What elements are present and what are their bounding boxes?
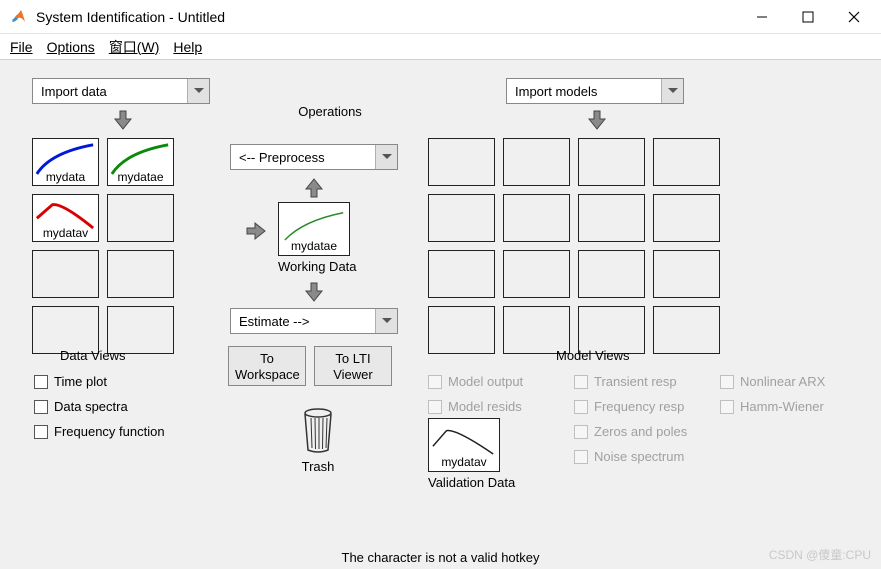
model-slot-empty[interactable] bbox=[653, 138, 720, 186]
model-slot-empty[interactable] bbox=[428, 250, 495, 298]
data-slot[interactable]: mydatav bbox=[32, 194, 99, 242]
data-spectra-checkbox[interactable]: Data spectra bbox=[34, 399, 165, 414]
menu-help[interactable]: Help bbox=[173, 39, 202, 55]
model-slot-empty[interactable] bbox=[578, 194, 645, 242]
model-slot-empty[interactable] bbox=[653, 194, 720, 242]
data-slot-empty[interactable] bbox=[107, 306, 174, 354]
model-slot-empty[interactable] bbox=[578, 250, 645, 298]
model-slot-empty[interactable] bbox=[653, 306, 720, 354]
data-slot-label: mydata bbox=[33, 170, 98, 184]
data-views-label: Data Views bbox=[60, 348, 126, 363]
operations-label: Operations bbox=[270, 104, 390, 119]
model-slot-empty[interactable] bbox=[503, 250, 570, 298]
preprocess-dropdown[interactable]: <-- Preprocess bbox=[230, 144, 398, 170]
working-data-slot[interactable]: mydatae bbox=[278, 202, 350, 256]
model-views-label: Model Views bbox=[556, 348, 629, 363]
import-data-label: Import data bbox=[41, 84, 107, 99]
export-buttons: To Workspace To LTI Viewer bbox=[228, 346, 392, 386]
model-slot-empty[interactable] bbox=[428, 306, 495, 354]
menu-file[interactable]: File bbox=[10, 39, 33, 55]
menu-options[interactable]: Options bbox=[47, 39, 95, 55]
validation-data-slot[interactable]: mydatav bbox=[428, 418, 500, 472]
status-message: The character is not a valid hotkey bbox=[0, 550, 881, 565]
model-slot-empty[interactable] bbox=[428, 194, 495, 242]
time-plot-checkbox[interactable]: Time plot bbox=[34, 374, 165, 389]
estimate-dropdown[interactable]: Estimate --> bbox=[230, 308, 398, 334]
freq-function-checkbox[interactable]: Frequency function bbox=[34, 424, 165, 439]
frequency-resp-checkbox[interactable]: Frequency resp bbox=[574, 399, 687, 414]
chevron-down-icon bbox=[661, 79, 683, 103]
close-button[interactable] bbox=[831, 2, 877, 32]
transient-resp-checkbox[interactable]: Transient resp bbox=[574, 374, 687, 389]
hamm-wiener-checkbox[interactable]: Hamm-Wiener bbox=[720, 399, 825, 414]
chevron-down-icon bbox=[375, 145, 397, 169]
arrow-down-icon bbox=[111, 108, 135, 135]
chevron-down-icon bbox=[375, 309, 397, 333]
minimize-button[interactable] bbox=[739, 2, 785, 32]
trash-label: Trash bbox=[288, 459, 348, 474]
data-slot-empty[interactable] bbox=[107, 194, 174, 242]
window-title: System Identification - Untitled bbox=[36, 9, 739, 25]
model-resids-checkbox[interactable]: Model resids bbox=[428, 399, 523, 414]
model-slot-empty[interactable] bbox=[503, 306, 570, 354]
working-data-label: mydatae bbox=[279, 239, 349, 253]
watermark-text: CSDN @傻童:CPU bbox=[769, 546, 871, 563]
data-slot-label: mydatav bbox=[33, 226, 98, 240]
validation-data-container: mydatav Validation Data bbox=[428, 418, 515, 490]
arrow-right-icon bbox=[244, 219, 268, 246]
model-output-checkbox[interactable]: Model output bbox=[428, 374, 523, 389]
data-slot[interactable]: mydata bbox=[32, 138, 99, 186]
model-slot-empty[interactable] bbox=[578, 306, 645, 354]
menubar: File Options 窗口(W) Help bbox=[0, 34, 881, 60]
data-slot-empty[interactable] bbox=[107, 250, 174, 298]
data-slot[interactable]: mydatae bbox=[107, 138, 174, 186]
model-slot-empty[interactable] bbox=[503, 194, 570, 242]
nonlinear-arx-checkbox[interactable]: Nonlinear ARX bbox=[720, 374, 825, 389]
model-slot-empty[interactable] bbox=[578, 138, 645, 186]
trash-area[interactable]: Trash bbox=[288, 406, 348, 474]
data-slot-empty[interactable] bbox=[32, 306, 99, 354]
maximize-button[interactable] bbox=[785, 2, 831, 32]
model-board bbox=[428, 138, 720, 362]
titlebar: System Identification - Untitled bbox=[0, 0, 881, 34]
import-data-dropdown[interactable]: Import data bbox=[32, 78, 210, 104]
import-models-label: Import models bbox=[515, 84, 597, 99]
model-views-col1: Model output Model resids bbox=[428, 374, 523, 424]
trash-icon bbox=[297, 444, 339, 459]
matlab-logo-icon bbox=[10, 8, 28, 26]
estimate-label: Estimate --> bbox=[239, 314, 309, 329]
arrow-up-icon bbox=[302, 176, 326, 203]
to-workspace-button[interactable]: To Workspace bbox=[228, 346, 306, 386]
menu-window[interactable]: 窗口(W) bbox=[109, 37, 160, 57]
model-slot-empty[interactable] bbox=[428, 138, 495, 186]
content-area: Import data Import models Operations <--… bbox=[0, 60, 881, 569]
model-views-col3: Nonlinear ARX Hamm-Wiener bbox=[720, 374, 825, 424]
import-models-dropdown[interactable]: Import models bbox=[506, 78, 684, 104]
data-slot-empty[interactable] bbox=[32, 250, 99, 298]
arrow-down-icon bbox=[302, 280, 326, 307]
noise-spectrum-checkbox[interactable]: Noise spectrum bbox=[574, 449, 687, 464]
validation-data-label: mydatav bbox=[429, 455, 499, 469]
working-data-container: mydatae Working Data bbox=[278, 202, 357, 274]
to-lti-viewer-button[interactable]: To LTI Viewer bbox=[314, 346, 392, 386]
data-views-checks: Time plot Data spectra Frequency functio… bbox=[34, 374, 165, 449]
validation-data-caption: Validation Data bbox=[428, 475, 515, 490]
chevron-down-icon bbox=[187, 79, 209, 103]
preprocess-label: <-- Preprocess bbox=[239, 150, 325, 165]
model-slot-empty[interactable] bbox=[503, 138, 570, 186]
data-slot-label: mydatae bbox=[108, 170, 173, 184]
model-views-col2: Transient resp Frequency resp Zeros and … bbox=[574, 374, 687, 474]
working-data-caption: Working Data bbox=[278, 259, 357, 274]
arrow-down-icon bbox=[585, 108, 609, 135]
zeros-poles-checkbox[interactable]: Zeros and poles bbox=[574, 424, 687, 439]
model-slot-empty[interactable] bbox=[653, 250, 720, 298]
data-board: mydata mydatae mydatav bbox=[32, 138, 174, 362]
